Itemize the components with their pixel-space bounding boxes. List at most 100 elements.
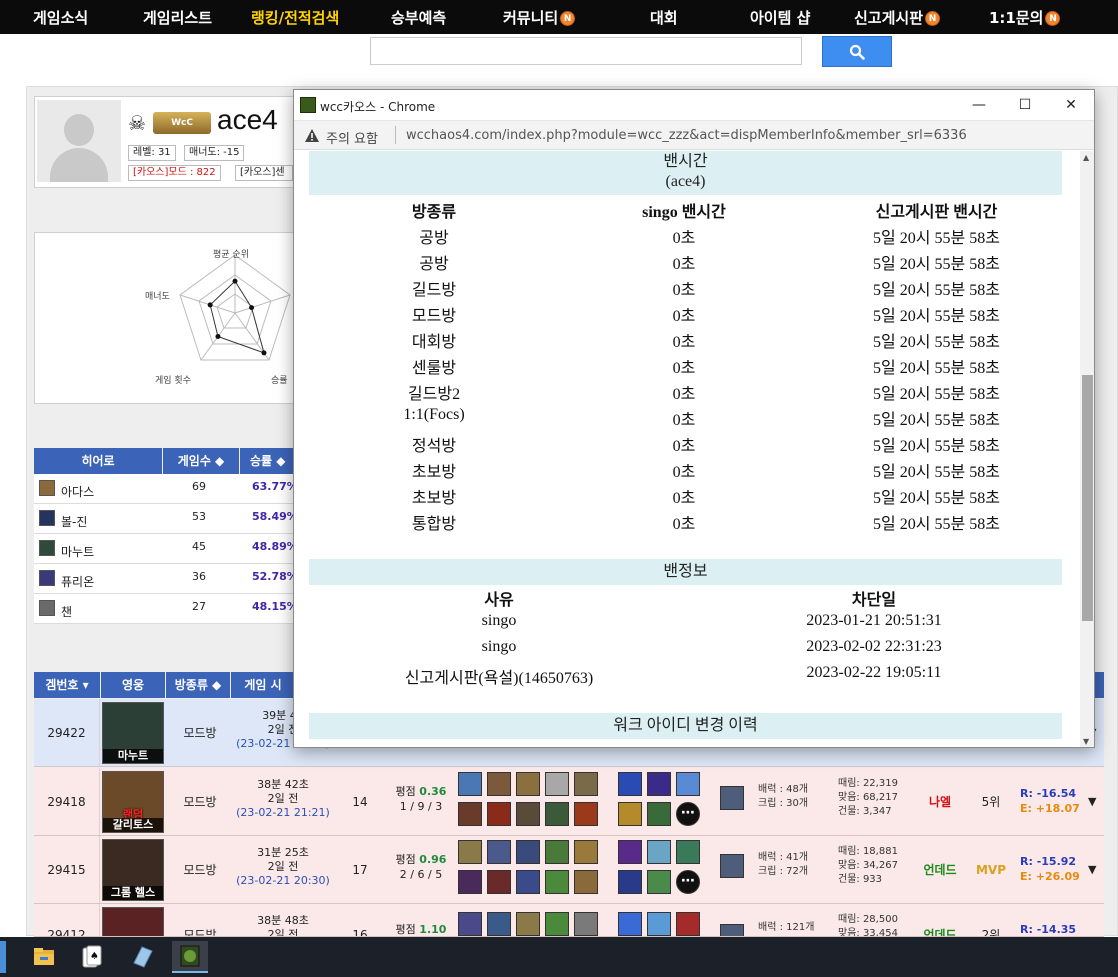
search-input[interactable] xyxy=(370,37,802,65)
popup-title: wcc카오스 - Chrome xyxy=(320,100,436,114)
rank-emblem-icon: WcC xyxy=(153,112,211,134)
farm-stats: 배럭 : 41개 크립 : 72개 xyxy=(758,851,808,879)
nav-prediction[interactable]: 승부예측 xyxy=(391,7,446,28)
item-icon xyxy=(487,870,511,894)
popup-titlebar[interactable]: wcc카오스 - Chrome — ☐ ✕ xyxy=(294,90,1094,120)
app-icon[interactable] xyxy=(124,941,160,973)
mode-tag[interactable]: [카오스]모드 : 822 xyxy=(128,165,221,181)
ban-room: 공방 xyxy=(419,256,449,273)
item-icon xyxy=(458,870,482,894)
ban-board: 5일 20시 55분 58초 xyxy=(873,308,1000,325)
col-game-id[interactable]: 겜번호 ▾ xyxy=(34,672,100,698)
item-icon xyxy=(574,870,598,894)
skill-icon xyxy=(618,802,642,826)
e-value: E: +26.09 xyxy=(1020,870,1080,883)
damage-taken: 맞음: 68,217 xyxy=(838,792,898,803)
nav-inquiry[interactable]: 1:1문의 N xyxy=(989,7,1061,28)
nav-report-board[interactable]: 신고게시판 N xyxy=(854,7,941,28)
col-winrate[interactable]: 승률 ◆ xyxy=(240,448,300,474)
damage-stats: 때림: 18,881 맞음: 34,267 건물: 933 xyxy=(838,845,898,887)
scroll-thumb[interactable] xyxy=(1082,375,1093,621)
maximize-button[interactable]: ☐ xyxy=(1002,90,1048,120)
more-skills-icon[interactable]: ⋯ xyxy=(676,802,700,826)
skull-icon: ☠ xyxy=(128,111,146,135)
room-type: 모드방 xyxy=(183,795,217,809)
url-text[interactable]: wcchaos4.com/index.php?module=wcc_zzz&ac… xyxy=(406,128,967,143)
hero-winrate: 48.89% xyxy=(252,540,298,553)
hero-winrate: 58.49% xyxy=(252,510,298,523)
solitaire-icon[interactable]: ♠ xyxy=(74,941,110,973)
search-button[interactable] xyxy=(822,36,892,67)
col-games[interactable]: 게임수 ◆ xyxy=(163,448,239,474)
other-tag[interactable]: [카오스]센 xyxy=(235,165,293,181)
unit-icon xyxy=(720,924,744,936)
item-icon xyxy=(574,802,598,826)
popup-scrollbar[interactable]: ▲ ▼ xyxy=(1080,151,1094,747)
ban-singo: 0초 xyxy=(672,438,696,455)
ban-singo: 0초 xyxy=(672,308,696,325)
radar-label-rank: 평균 순위 xyxy=(213,250,249,260)
room-type: 모드방 xyxy=(183,863,217,877)
game-row[interactable]: 29415 그롬 헬스 모드방 31분 25초 2일 전 (23-02-21 20:… xyxy=(34,836,1104,904)
item-icon xyxy=(545,840,569,864)
nav-ranking-search[interactable]: 랭킹/전적검색 xyxy=(251,7,339,28)
more-skills-icon[interactable]: ⋯ xyxy=(676,870,700,894)
datetime: (23-02-21 20:30) xyxy=(236,874,330,887)
hero-name: 마누트 xyxy=(61,545,95,559)
level-value: 16 xyxy=(352,928,368,937)
nav-game-news[interactable]: 게임소식 xyxy=(33,7,88,28)
hero-row[interactable]: 아다스 69 63.77% xyxy=(34,474,298,504)
minimize-button[interactable]: — xyxy=(956,90,1002,120)
col-hero[interactable]: 히어로 xyxy=(34,448,162,474)
game-id: 29415 xyxy=(34,836,100,903)
game-time: 38분 48초 2일 전 xyxy=(232,914,334,937)
game-row[interactable]: 29412 모드방 38분 48초 2일 전 16 평점 1.10 배럭 : 12… xyxy=(34,904,1104,937)
info-reason: 신고게시판(욕설)(14650763) xyxy=(404,670,594,687)
hero-row[interactable]: 챈 27 48.15% xyxy=(34,594,298,624)
col-room-type[interactable]: 방종류 ◆ xyxy=(166,672,230,698)
scroll-down-icon[interactable]: ▼ xyxy=(1083,737,1089,746)
nav-community[interactable]: 커뮤니티 N xyxy=(503,7,576,28)
radar-point xyxy=(207,302,213,308)
expand-icon[interactable]: ▼ xyxy=(1088,836,1096,904)
security-warning[interactable]: 주의 요함 xyxy=(326,128,378,147)
hero-games: 36 xyxy=(192,570,206,583)
barracks-count: 배럭 : 121개 xyxy=(758,922,815,933)
ban-singo: 0초 xyxy=(672,334,696,351)
file-explorer-icon[interactable] xyxy=(26,941,62,973)
item-icon xyxy=(458,802,482,826)
close-button[interactable]: ✕ xyxy=(1048,90,1094,120)
item-icon xyxy=(545,912,569,936)
ban-singo: 0초 xyxy=(672,360,696,377)
game-row[interactable]: 29418 랜덤 갈리토스 모드방 38분 42초 2일 전 (23-02-21 21… xyxy=(34,768,1104,836)
level-value: 17 xyxy=(352,863,368,877)
ago: 2일 전 xyxy=(267,928,299,937)
hero-row[interactable]: 퓨리온 36 52.78% xyxy=(34,564,298,594)
col-game-time[interactable]: 게임 시 xyxy=(231,672,295,698)
room-type: 모드방 xyxy=(183,726,217,740)
info-date: 2023-02-02 22:31:23 xyxy=(806,638,942,655)
item-icon xyxy=(574,772,598,796)
hero-row[interactable]: 마누트 45 48.89% xyxy=(34,534,298,564)
hero-portrait: 마누트 xyxy=(102,702,164,764)
expand-icon[interactable]: ▼ xyxy=(1088,768,1096,836)
r-value: R: -16.54 xyxy=(1020,787,1077,800)
hero-row[interactable]: 볼-진 53 58.49% xyxy=(34,504,298,534)
nav-game-list[interactable]: 게임리스트 xyxy=(143,7,212,28)
hero-name: 아다스 xyxy=(61,485,95,499)
hero-portrait-icon xyxy=(39,540,55,556)
ban-singo: 0초 xyxy=(672,464,696,481)
ban-col-singo: singo 밴시간 xyxy=(642,204,726,221)
nav-tournament[interactable]: 대회 xyxy=(650,7,678,28)
nav-report-label: 신고게시판 xyxy=(854,9,924,27)
chaos-game-icon[interactable] xyxy=(172,941,208,973)
start-edge[interactable] xyxy=(0,941,6,973)
hero-games: 53 xyxy=(192,510,206,523)
nav-item-shop[interactable]: 아이템 샵 xyxy=(750,7,810,28)
hero-portrait-name: 마누트 xyxy=(103,749,163,763)
top-nav: 게임소식 게임리스트 랭킹/전적검색 승부예측 커뮤니티 N 대회 아이템 샵 신… xyxy=(0,0,1118,34)
scroll-up-icon[interactable]: ▲ xyxy=(1083,153,1089,162)
address-bar[interactable]: 주의 요함 wcchaos4.com/index.php?module=wcc_… xyxy=(294,120,1094,150)
ban-room: 통합방 xyxy=(411,516,457,533)
ban-room: 센룰방 xyxy=(411,360,457,377)
